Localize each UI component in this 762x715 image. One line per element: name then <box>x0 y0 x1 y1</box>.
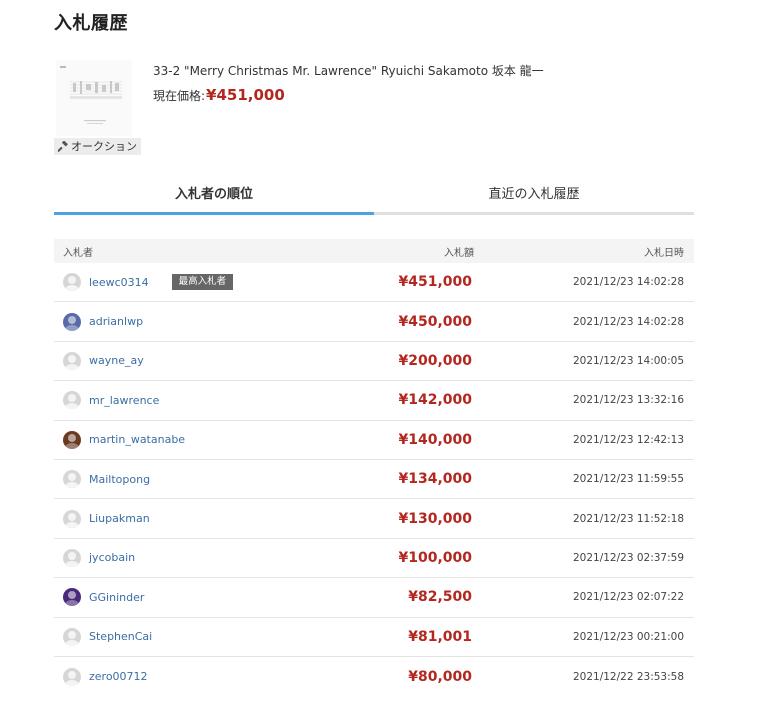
table-row: Liupakman ¥130,000 2021/12/23 11:52:18 <box>54 499 694 539</box>
bidder-cell: Liupakman <box>54 509 294 528</box>
tab-recent-bids[interactable]: 直近の入札履歴 <box>374 182 694 215</box>
avatar[interactable] <box>63 430 81 449</box>
bid-table: 入札者 入札額 入札日時 leewc0314 最高入札者 ¥451,000 2021/… <box>54 239 694 696</box>
bid-amount: ¥140,000 <box>398 431 472 448</box>
avatar[interactable] <box>63 312 81 331</box>
bid-amount: ¥142,000 <box>398 392 472 409</box>
tab-bidder-ranking[interactable]: 入札者の順位 <box>54 182 374 215</box>
bidder-cell: adrianlwp <box>54 312 294 331</box>
table-row: wayne_ay ¥200,000 2021/12/23 14:00:05 <box>54 342 694 382</box>
table-header: 入札者 入札額 入札日時 <box>54 239 694 263</box>
auction-tag[interactable]: オークション <box>54 138 141 155</box>
bid-time: 2021/12/22 23:53:58 <box>572 670 684 683</box>
price-value: ¥451,000 <box>206 86 285 104</box>
table-row: adrianlwp ¥450,000 2021/12/23 14:02:28 <box>54 302 694 342</box>
table-row: jycobain ¥100,000 2021/12/23 02:37:59 <box>54 539 694 579</box>
bid-amount: ¥80,000 <box>408 668 472 685</box>
header-amount: 入札額 <box>444 247 474 259</box>
table-row: leewc0314 最高入札者 ¥451,000 2021/12/23 14:02:2… <box>54 263 694 303</box>
bidder-name-link[interactable]: leewc0314 <box>89 276 149 289</box>
bid-amount: ¥134,000 <box>398 471 472 488</box>
bidder-name-link[interactable]: adrianlwp <box>89 315 143 328</box>
bidder-name-link[interactable]: zero00712 <box>89 670 148 683</box>
table-row: GGininder ¥82,500 2021/12/23 02:07:22 <box>54 578 694 618</box>
bid-time: 2021/12/23 12:42:13 <box>572 433 684 446</box>
bidder-name-link[interactable]: martin_watanabe <box>89 433 185 446</box>
bidder-cell: jycobain <box>54 548 294 567</box>
avatar[interactable] <box>63 627 81 646</box>
item-thumbnail[interactable] <box>56 60 132 136</box>
price-label: 現在価格: <box>153 89 206 103</box>
table-row: Mailtopong ¥134,000 2021/12/23 11:59:55 <box>54 460 694 500</box>
bid-time: 2021/12/23 11:52:18 <box>572 512 684 525</box>
bid-amount: ¥200,000 <box>398 352 472 369</box>
bidder-name-link[interactable]: Liupakman <box>89 512 150 525</box>
bidder-name-link[interactable]: Mailtopong <box>89 473 150 486</box>
bid-time: 2021/12/23 14:02:28 <box>572 276 684 289</box>
bidder-name-link[interactable]: wayne_ay <box>89 354 144 367</box>
table-row: StephenCai ¥81,001 2021/12/23 00:21:00 <box>54 618 694 657</box>
bidder-name-link[interactable]: GGininder <box>89 591 144 604</box>
auction-label: オークション <box>71 140 137 153</box>
table-row: mr_lawrence ¥142,000 2021/12/23 13:32:16 <box>54 381 694 421</box>
bidder-cell: leewc0314 最高入札者 <box>54 273 294 292</box>
bid-time: 2021/12/23 14:00:05 <box>572 354 684 367</box>
bid-amount: ¥100,000 <box>398 549 472 566</box>
current-price: 現在価格: ¥451,000 <box>153 86 285 104</box>
bidder-cell: zero00712 <box>54 667 294 686</box>
bid-amount: ¥130,000 <box>398 510 472 527</box>
page-title: 入札履歴 <box>54 13 128 34</box>
avatar[interactable] <box>63 391 81 410</box>
bid-time: 2021/12/23 11:59:55 <box>572 473 684 486</box>
top-bidder-badge: 最高入札者 <box>171 274 234 291</box>
avatar[interactable] <box>63 667 81 686</box>
avatar[interactable] <box>63 351 81 370</box>
bid-time: 2021/12/23 00:21:00 <box>572 630 684 643</box>
bidder-name-link[interactable]: jycobain <box>89 551 135 564</box>
avatar[interactable] <box>63 588 81 607</box>
avatar[interactable] <box>63 273 81 292</box>
bid-tabs: 入札者の順位 直近の入札履歴 <box>54 182 694 215</box>
avatar[interactable] <box>63 470 81 489</box>
bid-time: 2021/12/23 02:37:59 <box>572 551 684 564</box>
table-body: leewc0314 最高入札者 ¥451,000 2021/12/23 14:02:2… <box>54 263 694 696</box>
bidder-cell: wayne_ay <box>54 351 294 370</box>
table-row: zero00712 ¥80,000 2021/12/22 23:53:58 <box>54 657 694 696</box>
bid-time: 2021/12/23 14:02:28 <box>572 315 684 328</box>
gavel-icon <box>58 141 68 152</box>
bidder-name-link[interactable]: StephenCai <box>89 630 152 643</box>
bidder-cell: martin_watanabe <box>54 430 294 449</box>
bid-amount: ¥451,000 <box>398 274 472 291</box>
item-title[interactable]: 33-2 "Merry Christmas Mr. Lawrence" Ryui… <box>153 62 544 79</box>
bid-time: 2021/12/23 02:07:22 <box>572 591 684 604</box>
bid-time: 2021/12/23 13:32:16 <box>572 394 684 407</box>
bid-amount: ¥82,500 <box>408 589 472 606</box>
avatar[interactable] <box>63 509 81 528</box>
sheet-music-thumbnail <box>56 60 132 136</box>
bid-amount: ¥450,000 <box>398 313 472 330</box>
header-bidder: 入札者 <box>63 247 93 259</box>
bidder-cell: Mailtopong <box>54 470 294 489</box>
bidder-cell: StephenCai <box>54 627 294 646</box>
bidder-cell: mr_lawrence <box>54 391 294 410</box>
avatar[interactable] <box>63 548 81 567</box>
bidder-name-link[interactable]: mr_lawrence <box>89 394 159 407</box>
bid-amount: ¥81,001 <box>408 628 472 645</box>
table-row: martin_watanabe ¥140,000 2021/12/23 12:42:… <box>54 421 694 460</box>
header-time: 入札日時 <box>644 247 684 259</box>
bidder-cell: GGininder <box>54 588 294 607</box>
